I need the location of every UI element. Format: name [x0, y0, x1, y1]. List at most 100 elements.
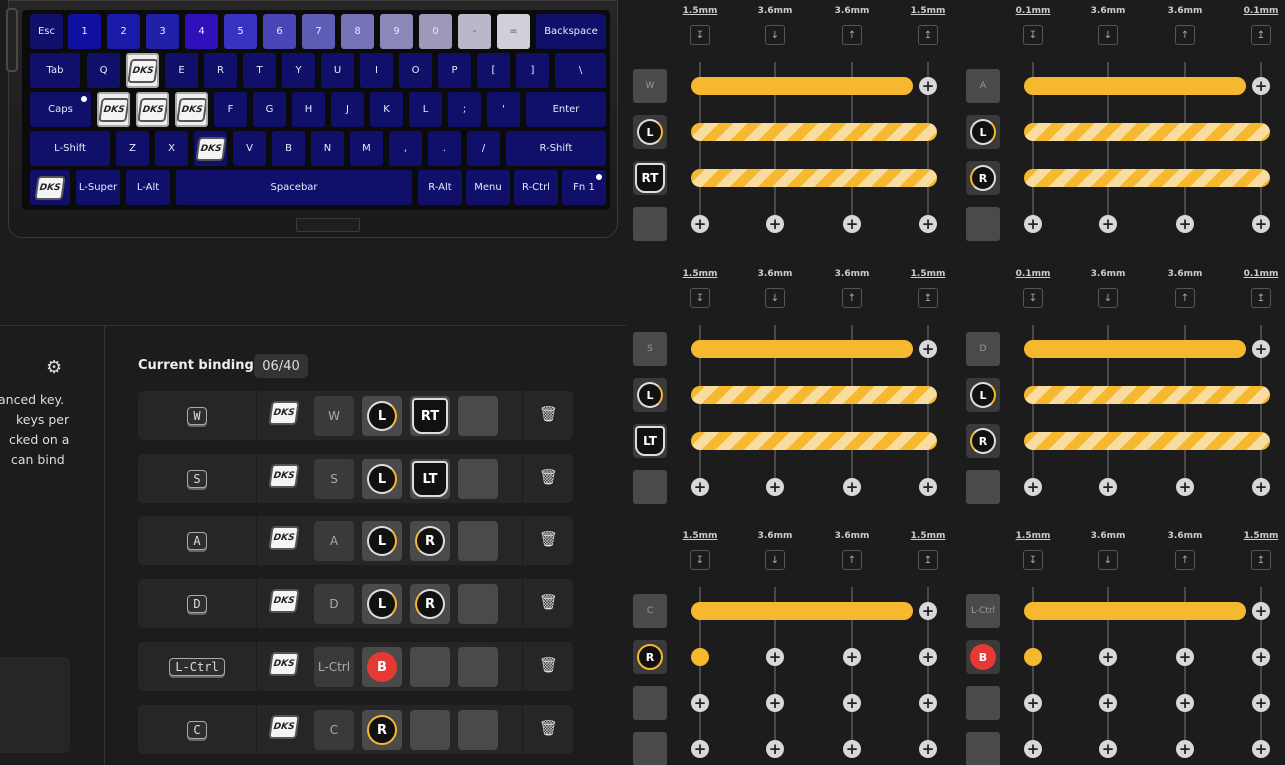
- binding-slot[interactable]: L: [362, 521, 402, 561]
- travel-distance-label[interactable]: 3.6mm: [758, 6, 793, 16]
- binding-key-name[interactable]: D: [314, 584, 354, 624]
- key-l-alt[interactable]: L-Alt: [126, 170, 170, 205]
- key-r-ctrl[interactable]: R-Ctrl: [514, 170, 558, 205]
- travel-distance-label[interactable]: 3.6mm: [1168, 269, 1203, 279]
- add-icon[interactable]: +: [1176, 740, 1194, 758]
- travel-distance-label[interactable]: 3.6mm: [758, 269, 793, 279]
- travel-distance-label[interactable]: 3.6mm: [1168, 531, 1203, 541]
- add-icon[interactable]: +: [843, 694, 861, 712]
- empty-binding-slot[interactable]: [966, 686, 1000, 720]
- key--[interactable]: ;: [448, 92, 481, 127]
- key-k[interactable]: K: [370, 92, 403, 127]
- empty-binding-slot[interactable]: [633, 207, 667, 241]
- binding-slot[interactable]: L: [362, 459, 402, 499]
- key-2[interactable]: 2: [107, 14, 140, 49]
- key-esc[interactable]: Esc: [30, 14, 63, 49]
- travel-distance-label[interactable]: 0.1mm: [1244, 269, 1279, 279]
- binding-slot[interactable]: L: [362, 396, 402, 436]
- key-9[interactable]: 9: [380, 14, 413, 49]
- add-icon[interactable]: +: [1099, 478, 1117, 496]
- travel-point[interactable]: [1024, 648, 1042, 666]
- add-icon[interactable]: +: [1099, 740, 1117, 758]
- add-icon[interactable]: +: [1252, 694, 1270, 712]
- key-tab[interactable]: Tab: [30, 53, 80, 88]
- binding-row[interactable]: W DKS W L RT 🗑: [138, 391, 573, 440]
- add-icon[interactable]: +: [766, 478, 784, 496]
- key-f[interactable]: F: [214, 92, 247, 127]
- key-u[interactable]: U: [321, 53, 354, 88]
- empty-binding-slot[interactable]: [633, 686, 667, 720]
- key-l[interactable]: L: [409, 92, 442, 127]
- add-icon[interactable]: +: [1176, 694, 1194, 712]
- add-icon[interactable]: +: [843, 478, 861, 496]
- add-icon[interactable]: +: [919, 648, 937, 666]
- travel-bar[interactable]: [1024, 386, 1270, 404]
- travel-distance-label[interactable]: 1.5mm: [911, 6, 946, 16]
- binding-slot[interactable]: [458, 584, 498, 624]
- travel-distance-label[interactable]: 3.6mm: [835, 531, 870, 541]
- add-icon[interactable]: +: [919, 340, 937, 358]
- key-spacebar[interactable]: Spacebar: [176, 170, 412, 205]
- key-7[interactable]: 7: [302, 14, 335, 49]
- binding-slot[interactable]: R: [410, 584, 450, 624]
- binding-key-name[interactable]: A: [314, 521, 354, 561]
- binding-slot[interactable]: [410, 710, 450, 750]
- key--[interactable]: ': [487, 92, 520, 127]
- travel-bar[interactable]: [691, 602, 913, 620]
- add-icon[interactable]: +: [1176, 215, 1194, 233]
- add-icon[interactable]: +: [1252, 602, 1270, 620]
- key-g[interactable]: G: [253, 92, 286, 127]
- key--[interactable]: =: [497, 14, 530, 49]
- key-fn-1[interactable]: Fn 1: [562, 170, 606, 205]
- travel-bar[interactable]: [691, 123, 937, 141]
- binding-key-name[interactable]: L-Ctrl: [314, 647, 354, 687]
- add-icon[interactable]: +: [1252, 77, 1270, 95]
- add-icon[interactable]: +: [919, 694, 937, 712]
- trash-icon[interactable]: 🗑: [539, 719, 558, 737]
- add-icon[interactable]: +: [919, 77, 937, 95]
- add-icon[interactable]: +: [766, 215, 784, 233]
- trash-icon[interactable]: 🗑: [539, 530, 558, 548]
- empty-binding-slot[interactable]: [633, 470, 667, 504]
- add-icon[interactable]: +: [1252, 740, 1270, 758]
- key--[interactable]: .: [428, 131, 461, 166]
- key-h[interactable]: H: [292, 92, 325, 127]
- empty-binding-slot[interactable]: [966, 207, 1000, 241]
- add-icon[interactable]: +: [1024, 478, 1042, 496]
- key-e[interactable]: E: [165, 53, 198, 88]
- binding-key-name[interactable]: S: [314, 459, 354, 499]
- travel-bar[interactable]: [691, 340, 913, 358]
- binding-row[interactable]: D DKS D L R 🗑: [138, 579, 573, 628]
- add-icon[interactable]: +: [919, 478, 937, 496]
- key-o[interactable]: O: [399, 53, 432, 88]
- key-j[interactable]: J: [331, 92, 364, 127]
- key-dks[interactable]: DKS: [97, 92, 130, 127]
- key-r-alt[interactable]: R-Alt: [418, 170, 462, 205]
- add-icon[interactable]: +: [1252, 340, 1270, 358]
- key-menu[interactable]: Menu: [466, 170, 510, 205]
- empty-binding-slot[interactable]: [633, 732, 667, 765]
- travel-bar[interactable]: [1024, 123, 1270, 141]
- trash-icon[interactable]: 🗑: [539, 593, 558, 611]
- add-icon[interactable]: +: [1099, 694, 1117, 712]
- key-b[interactable]: B: [272, 131, 305, 166]
- key-l-super[interactable]: L-Super: [76, 170, 120, 205]
- binding-row[interactable]: S DKS S L LT 🗑: [138, 454, 573, 503]
- binding-slot[interactable]: [458, 459, 498, 499]
- key-m[interactable]: M: [350, 131, 383, 166]
- travel-distance-label[interactable]: 3.6mm: [835, 6, 870, 16]
- add-icon[interactable]: +: [843, 648, 861, 666]
- key-1[interactable]: 1: [68, 14, 101, 49]
- travel-bar[interactable]: [691, 77, 913, 95]
- key--[interactable]: \: [555, 53, 606, 88]
- key-x[interactable]: X: [155, 131, 188, 166]
- travel-bar[interactable]: [1024, 432, 1270, 450]
- add-icon[interactable]: +: [919, 602, 937, 620]
- travel-distance-label[interactable]: 3.6mm: [758, 531, 793, 541]
- add-icon[interactable]: +: [691, 215, 709, 233]
- key-6[interactable]: 6: [263, 14, 296, 49]
- add-icon[interactable]: +: [919, 740, 937, 758]
- travel-distance-label[interactable]: 3.6mm: [1091, 6, 1126, 16]
- travel-point[interactable]: [691, 648, 709, 666]
- travel-distance-label[interactable]: 3.6mm: [1091, 269, 1126, 279]
